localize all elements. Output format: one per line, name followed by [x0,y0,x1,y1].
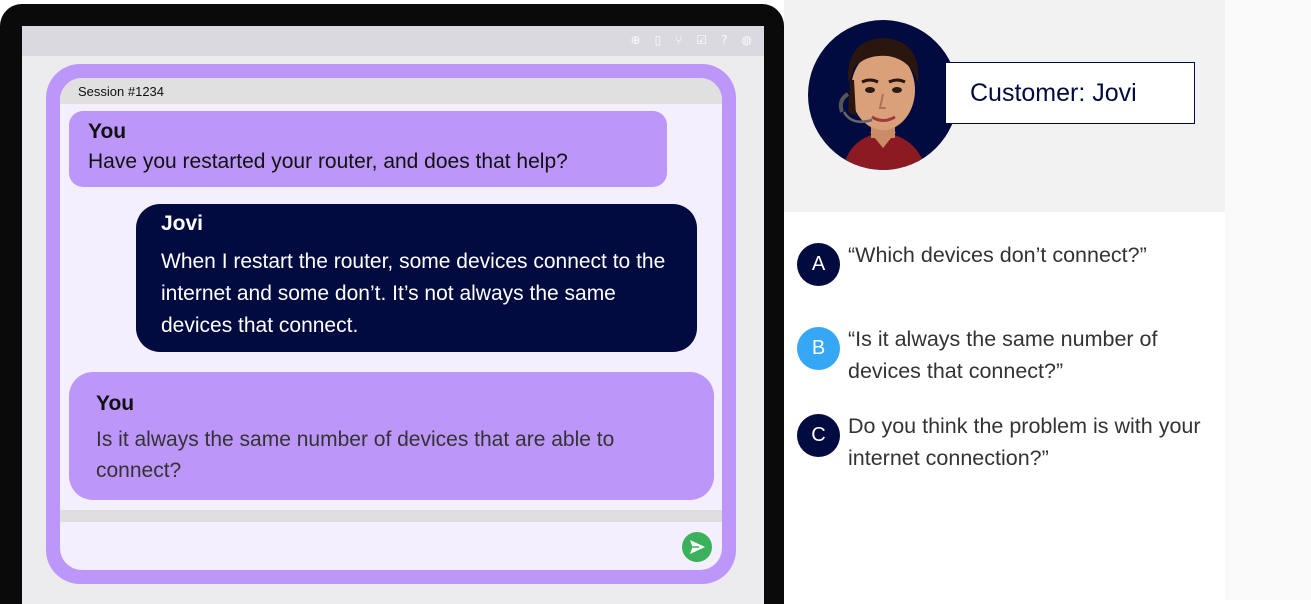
customer-avatar [808,20,958,170]
message-bubble-customer: Jovi When I restart the router, some dev… [136,204,697,352]
message-sender: You [96,392,135,415]
toolbar-icons: ⊕ ▯ ⑂ ☑ ? ◍ [631,33,753,47]
monitor-frame: ⊕ ▯ ⑂ ☑ ? ◍ Session #1234 You Have you r… [0,4,784,604]
option-text: “Which devices don’t connect?” [848,243,1147,267]
send-icon [690,540,705,554]
help-icon: ? [721,33,728,47]
message-sender: You [88,120,127,143]
answer-option-c[interactable]: C Do you think the problem is with your … [797,414,1217,484]
chat-panel: Session #1234 You Have you restarted you… [60,78,722,570]
message-text: When I restart the router, some devices … [161,250,666,337]
merge-icon: ⑂ [675,33,683,47]
answer-option-b[interactable]: B “Is it always the same number of devic… [797,327,1217,397]
checkbox-icon: ☑ [696,33,708,47]
message-text: Have you restarted your router, and does… [88,150,568,173]
message-sender: Jovi [161,212,204,235]
customer-name: Customer: Jovi [970,79,1137,107]
chat-window: Session #1234 You Have you restarted you… [46,64,736,584]
session-header: Session #1234 [60,78,722,104]
page-margin [1225,0,1311,600]
session-label: Session #1234 [78,84,165,99]
plus-icon: ⊕ [630,33,641,47]
customer-name-box: Customer: Jovi [945,62,1195,124]
send-button[interactable] [682,532,712,562]
globe-icon: ◍ [741,33,752,47]
answer-option-a[interactable]: A “Which devices don’t connect?” [797,243,1217,313]
background-app-toolbar: ⊕ ▯ ⑂ ☑ ? ◍ [22,26,764,56]
option-letter-badge: A [797,243,840,286]
message-bubble-agent-draft: You Is it always the same number of devi… [69,372,714,500]
option-text: “Is it always the same number of devices… [848,327,1158,383]
message-input-divider [60,510,722,522]
option-letter-badge: C [797,414,840,457]
document-icon: ▯ [654,33,662,47]
option-text: Do you think the problem is with your in… [848,414,1201,470]
message-text: Is it always the same number of devices … [96,428,615,482]
option-letter-badge: B [797,327,840,370]
message-bubble-agent: You Have you restarted your router, and … [69,111,667,187]
